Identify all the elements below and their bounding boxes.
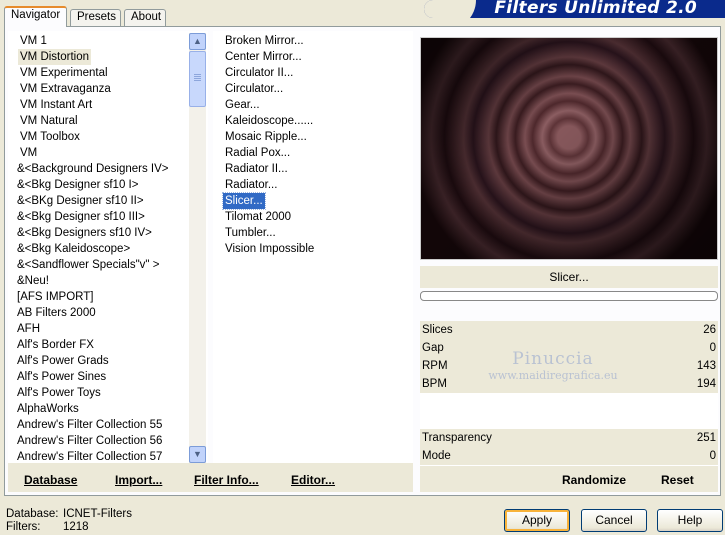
filters-count-label: Filters: bbox=[6, 521, 41, 533]
filter-item[interactable]: Mosaic Ripple... bbox=[223, 129, 309, 145]
param-label: RPM bbox=[422, 360, 448, 372]
database-value: ICNET-Filters bbox=[63, 508, 132, 520]
watermark-url: www.maidiregrafica.eu bbox=[488, 369, 618, 382]
editor-button[interactable]: Editor... bbox=[291, 473, 335, 487]
param-label: Slices bbox=[422, 324, 453, 336]
filter-info-button[interactable]: Filter Info... bbox=[194, 473, 259, 487]
status-info: Database: ICNET-Filters Filters: 1218 bbox=[6, 508, 132, 534]
randomize-button[interactable]: Randomize bbox=[562, 473, 626, 487]
filter-item[interactable]: Circulator... bbox=[223, 81, 285, 97]
param-value: 0 bbox=[709, 342, 716, 354]
category-item[interactable]: AB Filters 2000 bbox=[15, 305, 98, 321]
param-label: Transparency bbox=[422, 432, 492, 444]
category-item[interactable]: VM Natural bbox=[18, 113, 80, 129]
filter-list[interactable]: Broken Mirror... Center Mirror... Circulat… bbox=[213, 31, 413, 463]
param-slices[interactable]: Slices 26 bbox=[420, 321, 718, 339]
filter-item[interactable]: Slicer... bbox=[222, 192, 266, 210]
category-item[interactable]: &Neu! bbox=[15, 273, 51, 289]
database-button[interactable]: Database bbox=[24, 473, 77, 487]
watermark: Pinuccia www.maidiregrafica.eu bbox=[488, 349, 618, 382]
filter-item[interactable]: Gear... bbox=[223, 97, 262, 113]
parameter-panel: Slices 26 Gap 0 RPM 143 BPM 194 Transpar… bbox=[420, 321, 718, 466]
param-mode[interactable]: Mode 0 bbox=[420, 447, 718, 465]
param-label: Mode bbox=[422, 450, 451, 462]
category-item[interactable]: AFH bbox=[15, 321, 42, 337]
list-button-bar: Database Import... Filter Info... Editor… bbox=[8, 463, 413, 492]
filter-item[interactable]: Circulator II... bbox=[223, 65, 295, 81]
filter-item[interactable]: Tilomat 2000 bbox=[223, 209, 293, 225]
watermark-title: Pinuccia bbox=[512, 349, 594, 369]
preview-filter-name: Slicer... bbox=[420, 266, 718, 288]
category-item[interactable]: VM bbox=[18, 145, 39, 161]
param-value: 194 bbox=[696, 378, 716, 390]
category-item[interactable]: VM Experimental bbox=[18, 65, 110, 81]
import-button[interactable]: Import... bbox=[115, 473, 162, 487]
category-item[interactable]: VM Extravaganza bbox=[18, 81, 113, 97]
reset-button[interactable]: Reset bbox=[661, 473, 694, 487]
help-button[interactable]: Help bbox=[657, 509, 723, 532]
category-item[interactable]: Andrew's Filter Collection 56 bbox=[15, 433, 164, 449]
category-item[interactable]: Alf's Power Grads bbox=[15, 353, 111, 369]
database-label: Database: bbox=[6, 508, 59, 520]
category-item[interactable]: &<Bkg Kaleidoscope> bbox=[15, 241, 132, 257]
scroll-up-button[interactable]: ▲ bbox=[189, 33, 206, 50]
app-title-banner: Filters Unlimited 2.0 bbox=[424, 0, 725, 18]
category-item[interactable]: Andrew's Filter Collection 55 bbox=[15, 417, 164, 433]
category-item[interactable]: &<Bkg Designers sf10 IV> bbox=[15, 225, 154, 241]
tab-about[interactable]: About bbox=[124, 9, 166, 26]
param-transparency[interactable]: Transparency 251 bbox=[420, 429, 718, 447]
app-title: Filters Unlimited 2.0 bbox=[494, 0, 697, 18]
param-value: 0 bbox=[709, 450, 716, 462]
category-scrollbar[interactable]: ▲ ▼ bbox=[189, 33, 206, 463]
tab-presets[interactable]: Presets bbox=[70, 9, 121, 26]
category-item[interactable]: VM Toolbox bbox=[18, 129, 82, 145]
filter-preview-image bbox=[420, 37, 718, 260]
category-item[interactable]: [AFS IMPORT] bbox=[15, 289, 95, 305]
filter-item[interactable]: Kaleidoscope...... bbox=[223, 113, 315, 129]
scroll-down-button[interactable]: ▼ bbox=[189, 446, 206, 463]
category-item[interactable]: Alf's Power Sines bbox=[15, 369, 108, 385]
param-label: Gap bbox=[422, 342, 444, 354]
tab-navigator[interactable]: Navigator bbox=[4, 6, 67, 27]
param-value: 26 bbox=[703, 324, 716, 336]
param-label: BPM bbox=[422, 378, 447, 390]
category-item[interactable]: AlphaWorks bbox=[15, 401, 81, 417]
filter-item[interactable]: Center Mirror... bbox=[223, 49, 304, 65]
category-item[interactable]: Alf's Border FX bbox=[15, 337, 96, 353]
category-item[interactable]: &<Background Designers IV> bbox=[15, 161, 171, 177]
filter-item[interactable]: Radiator II... bbox=[223, 161, 290, 177]
progress-bar bbox=[420, 291, 718, 301]
param-value: 251 bbox=[696, 432, 716, 444]
category-item[interactable]: Andrew's Filter Collection 57 bbox=[15, 449, 164, 463]
category-item[interactable]: &<Sandflower Specials"v" > bbox=[15, 257, 161, 273]
category-item[interactable]: VM Distortion bbox=[18, 49, 92, 65]
category-item[interactable]: VM Instant Art bbox=[18, 97, 94, 113]
category-item[interactable]: &<Bkg Designer sf10 III> bbox=[15, 209, 147, 225]
cancel-button[interactable]: Cancel bbox=[581, 509, 647, 532]
category-item[interactable]: &<BKg Designer sf10 II> bbox=[15, 193, 146, 209]
filter-item[interactable]: Tumbler... bbox=[223, 225, 278, 241]
filter-item[interactable]: Vision Impossible bbox=[223, 241, 316, 257]
apply-button[interactable]: Apply bbox=[504, 509, 570, 532]
filter-item[interactable]: Radiator... bbox=[223, 177, 279, 193]
category-list[interactable]: VM 1 VM Distortion VM Experimental VM Extra… bbox=[8, 31, 208, 463]
filters-count-value: 1218 bbox=[63, 521, 89, 533]
scroll-thumb[interactable] bbox=[189, 51, 206, 107]
category-item[interactable]: &<Bkg Designer sf10 I> bbox=[15, 177, 140, 193]
category-item[interactable]: Alf's Power Toys bbox=[15, 385, 103, 401]
category-item[interactable]: VM 1 bbox=[18, 33, 49, 49]
param-value: 143 bbox=[696, 360, 716, 372]
filter-item[interactable]: Broken Mirror... bbox=[223, 33, 306, 49]
filter-item[interactable]: Radial Pox... bbox=[223, 145, 292, 161]
